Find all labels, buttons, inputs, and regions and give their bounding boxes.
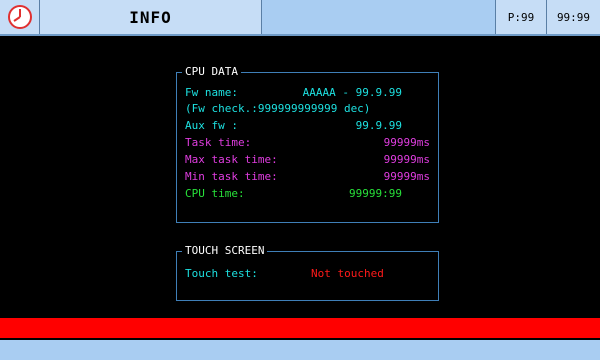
- task-time-value: 99999ms: [383, 136, 430, 149]
- touch-screen-title: TOUCH SCREEN: [182, 244, 268, 258]
- touch-test-label: Touch test:: [185, 267, 258, 280]
- fw-check-value: (Fw check.:999999999999 dec): [185, 102, 371, 115]
- min-task-time-row: Min task time: 99999ms: [185, 169, 430, 185]
- cpu-time-value: 99999:99: [349, 187, 402, 200]
- task-time-label: Task time:: [185, 136, 252, 149]
- max-task-time-value: 99999ms: [383, 153, 430, 166]
- min-task-time-value: 99999ms: [383, 170, 430, 183]
- time-display: 99:99: [547, 0, 600, 34]
- task-time-row: Task time: 99999ms: [185, 135, 430, 151]
- max-task-time-label: Max task time:: [185, 153, 278, 166]
- cpu-time-label: CPU time:: [185, 187, 245, 200]
- fw-name-row: Fw name: AAAAA - 99.9.99: [185, 85, 430, 101]
- status-bar: [0, 340, 600, 360]
- clock-icon: [7, 5, 32, 29]
- cpu-data-panel: CPU DATA Fw name: AAAAA - 99.9.99 (Fw ch…: [176, 65, 439, 223]
- aux-fw-label: Aux fw :: [185, 119, 238, 132]
- max-task-time-row: Max task time: 99999ms: [185, 152, 430, 168]
- aux-fw-row: Aux fw : 99.9.99: [185, 118, 430, 134]
- header-message-area: [262, 0, 496, 34]
- fw-name-value: AAAAA - 99.9.99: [302, 86, 402, 99]
- aux-fw-value: 99.9.99: [355, 119, 402, 132]
- page-indicator: P:99: [496, 0, 547, 34]
- fw-check-row: (Fw check.:999999999999 dec): [185, 101, 430, 117]
- touch-test-row[interactable]: Touch test: Not touched: [185, 266, 430, 282]
- min-task-time-label: Min task time:: [185, 170, 278, 183]
- cpu-data-title: CPU DATA: [182, 65, 241, 79]
- header-bar: INFO P:99 99:99: [0, 0, 600, 36]
- touch-test-value: Not touched: [311, 267, 384, 280]
- fw-name-label: Fw name:: [185, 86, 238, 99]
- cpu-time-row: CPU time: 99999:99: [185, 186, 430, 202]
- clock-button[interactable]: [0, 0, 40, 34]
- info-screen: INFO P:99 99:99 CPU DATA Fw name: AAAAA …: [0, 0, 600, 360]
- alarm-bar[interactable]: [0, 318, 600, 338]
- page-title: INFO: [40, 0, 262, 34]
- touch-screen-panel: TOUCH SCREEN Touch test: Not touched: [176, 244, 439, 301]
